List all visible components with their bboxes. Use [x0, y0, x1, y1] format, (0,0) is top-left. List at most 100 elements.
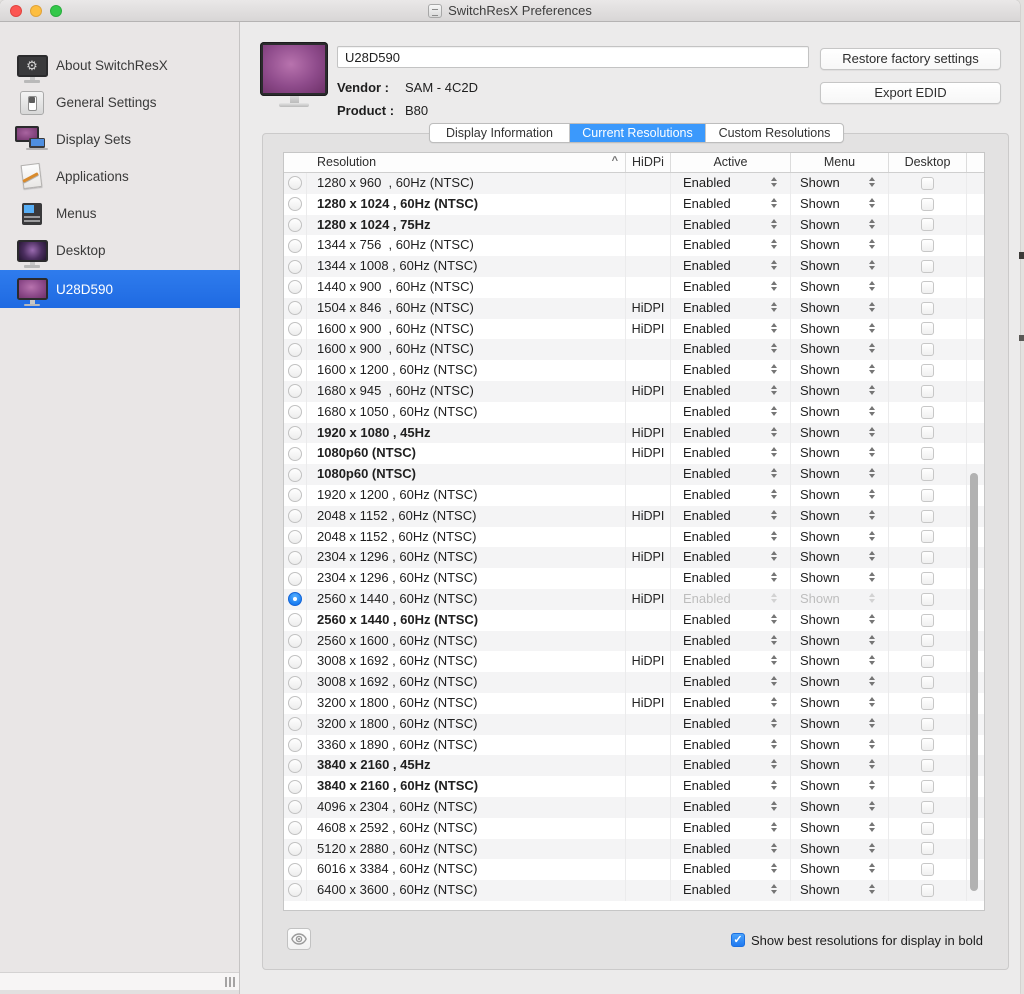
- active-popup[interactable]: Enabled: [671, 464, 791, 485]
- menu-popup[interactable]: Shown: [791, 859, 889, 881]
- menu-popup[interactable]: Shown: [791, 173, 889, 194]
- desktop-checkbox[interactable]: [921, 842, 934, 856]
- resolution-radio[interactable]: [288, 446, 302, 461]
- menu-popup[interactable]: Shown: [791, 609, 889, 631]
- resolution-radio[interactable]: [288, 654, 302, 669]
- active-popup[interactable]: Enabled: [671, 755, 791, 777]
- active-popup[interactable]: Enabled: [671, 193, 791, 215]
- desktop-checkbox[interactable]: [921, 676, 934, 690]
- menu-popup[interactable]: Shown: [791, 401, 889, 423]
- table-row[interactable]: 2304 x 1296 , 60Hz (NTSC) Enabled Shown: [284, 568, 984, 589]
- close-button[interactable]: [10, 5, 22, 17]
- menu-popup[interactable]: Shown: [791, 360, 889, 381]
- active-popup[interactable]: Enabled: [671, 568, 791, 589]
- resolution-radio[interactable]: [288, 509, 302, 524]
- resolution-radio[interactable]: [288, 259, 302, 274]
- desktop-checkbox[interactable]: [921, 509, 934, 523]
- active-popup[interactable]: Enabled: [671, 630, 791, 652]
- active-popup[interactable]: Enabled: [671, 380, 791, 402]
- desktop-checkbox[interactable]: [921, 717, 934, 731]
- table-row[interactable]: 4608 x 2592 , 60Hz (NTSC) Enabled Shown: [284, 817, 984, 839]
- resolution-radio[interactable]: [288, 197, 302, 212]
- resolution-radio[interactable]: [288, 176, 302, 191]
- resolution-radio[interactable]: [288, 238, 302, 253]
- menu-popup[interactable]: Shown: [791, 776, 889, 797]
- active-popup[interactable]: Enabled: [671, 817, 791, 839]
- desktop-checkbox[interactable]: [921, 759, 934, 773]
- desktop-checkbox[interactable]: [921, 447, 934, 461]
- desktop-checkbox[interactable]: [921, 592, 934, 606]
- menu-popup[interactable]: Shown: [791, 526, 889, 548]
- active-popup[interactable]: Enabled: [671, 401, 791, 423]
- menu-popup[interactable]: Shown: [791, 339, 889, 361]
- resolution-radio[interactable]: [288, 425, 302, 440]
- menu-popup[interactable]: Shown: [791, 276, 889, 298]
- menu-popup[interactable]: Shown: [791, 651, 889, 673]
- desktop-checkbox[interactable]: [921, 260, 934, 274]
- menu-popup[interactable]: Shown: [791, 672, 889, 693]
- desktop-checkbox[interactable]: [921, 176, 934, 190]
- menu-popup[interactable]: Shown: [791, 422, 889, 444]
- desktop-checkbox[interactable]: [921, 551, 934, 565]
- show-best-resolutions-checkbox[interactable]: [731, 933, 745, 947]
- desktop-checkbox[interactable]: [921, 738, 934, 752]
- desktop-checkbox[interactable]: [921, 800, 934, 814]
- menu-popup[interactable]: Shown: [791, 838, 889, 860]
- resolution-radio[interactable]: [288, 280, 302, 295]
- table-row[interactable]: 1680 x 945 , 60Hz (NTSC) HiDPI Enabled S…: [284, 380, 984, 402]
- desktop-checkbox[interactable]: [921, 343, 934, 357]
- desktop-checkbox[interactable]: [921, 613, 934, 627]
- desktop-checkbox[interactable]: [921, 634, 934, 648]
- active-popup[interactable]: Enabled: [671, 609, 791, 631]
- table-row[interactable]: 1920 x 1200 , 60Hz (NTSC) Enabled Shown: [284, 484, 984, 506]
- desktop-checkbox[interactable]: [921, 280, 934, 294]
- table-row[interactable]: 1280 x 1024 , 75Hz Enabled Shown: [284, 214, 984, 236]
- desktop-checkbox[interactable]: [921, 863, 934, 877]
- sidebar-item-about[interactable]: ⚙ About SwitchResX: [0, 47, 240, 84]
- vertical-scrollbar-thumb[interactable]: [970, 473, 978, 891]
- resolution-radio[interactable]: [288, 488, 302, 503]
- table-row[interactable]: 3360 x 1890 , 60Hz (NTSC) Enabled Shown: [284, 734, 984, 756]
- table-row[interactable]: 3840 x 2160 , 60Hz (NTSC) Enabled Shown: [284, 776, 984, 797]
- table-row[interactable]: 3200 x 1800 , 60Hz (NTSC) HiDPI Enabled …: [284, 692, 984, 714]
- resolution-radio[interactable]: [288, 363, 302, 378]
- active-popup[interactable]: Enabled: [671, 256, 791, 277]
- table-row[interactable]: 5120 x 2880 , 60Hz (NTSC) Enabled Shown: [284, 838, 984, 860]
- menu-popup[interactable]: Shown: [791, 214, 889, 236]
- table-row[interactable]: 1680 x 1050 , 60Hz (NTSC) Enabled Shown: [284, 401, 984, 423]
- menu-popup[interactable]: Shown: [791, 713, 889, 735]
- menu-popup[interactable]: Shown: [791, 630, 889, 652]
- resolution-radio[interactable]: [288, 737, 302, 752]
- export-edid-button[interactable]: Export EDID: [820, 82, 1001, 104]
- active-popup[interactable]: Enabled: [671, 173, 791, 194]
- desktop-checkbox[interactable]: [921, 239, 934, 253]
- desktop-checkbox[interactable]: [921, 655, 934, 669]
- menu-popup[interactable]: Shown: [791, 484, 889, 506]
- active-popup[interactable]: Enabled: [671, 526, 791, 548]
- resolution-radio[interactable]: [288, 217, 302, 232]
- desktop-checkbox[interactable]: [921, 197, 934, 211]
- active-popup[interactable]: Enabled: [671, 276, 791, 298]
- menu-popup[interactable]: Shown: [791, 692, 889, 714]
- menu-popup[interactable]: Shown: [791, 588, 889, 610]
- active-popup[interactable]: Enabled: [671, 235, 791, 257]
- column-header-menu[interactable]: Menu: [791, 153, 889, 172]
- desktop-checkbox[interactable]: [921, 696, 934, 710]
- resolution-radio[interactable]: [288, 467, 302, 482]
- desktop-checkbox[interactable]: [921, 821, 934, 835]
- active-popup[interactable]: Enabled: [671, 318, 791, 340]
- active-popup[interactable]: Enabled: [671, 297, 791, 319]
- table-row[interactable]: 2048 x 1152 , 60Hz (NTSC) HiDPI Enabled …: [284, 505, 984, 527]
- table-row[interactable]: 2048 x 1152 , 60Hz (NTSC) Enabled Shown: [284, 526, 984, 548]
- desktop-checkbox[interactable]: [921, 426, 934, 440]
- sidebar-item-desktop[interactable]: Desktop: [0, 232, 240, 269]
- resolution-radio[interactable]: [288, 550, 302, 565]
- table-row[interactable]: 2560 x 1440 , 60Hz (NTSC) HiDPI Enabled …: [284, 588, 984, 610]
- titlebar[interactable]: SwitchResX Preferences: [0, 0, 1020, 22]
- table-row[interactable]: 1280 x 960 , 60Hz (NTSC) Enabled Shown: [284, 173, 984, 194]
- active-popup[interactable]: Enabled: [671, 339, 791, 361]
- sidebar-item-applications[interactable]: Applications: [0, 158, 240, 195]
- table-row[interactable]: 1280 x 1024 , 60Hz (NTSC) Enabled Shown: [284, 193, 984, 215]
- column-header-desktop[interactable]: Desktop: [889, 153, 967, 172]
- menu-popup[interactable]: Shown: [791, 755, 889, 777]
